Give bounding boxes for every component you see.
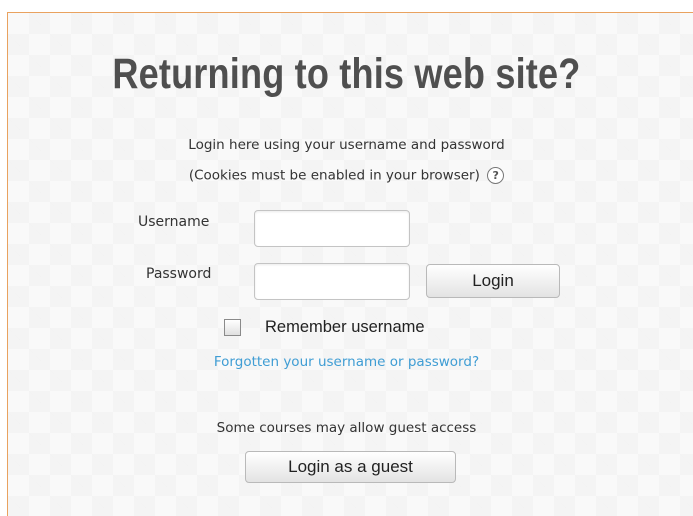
cookies-note-row: (Cookies must be enabled in your browser… — [0, 167, 693, 184]
remember-username-label[interactable]: Remember username — [265, 318, 425, 337]
login-as-guest-button[interactable]: Login as a guest — [245, 451, 456, 483]
password-input[interactable] — [254, 263, 410, 300]
page-title: Returning to this web site? — [112, 50, 581, 98]
guest-access-note: Some courses may allow guest access — [216, 420, 477, 436]
username-label: Username — [138, 214, 210, 230]
username-input[interactable] — [254, 210, 410, 247]
cookies-note: (Cookies must be enabled in your browser… — [188, 167, 480, 184]
login-button[interactable]: Login — [426, 264, 560, 298]
password-label: Password — [146, 266, 212, 282]
login-instructions: Login here using your username and passw… — [188, 137, 505, 153]
help-icon[interactable]: ? — [487, 167, 505, 184]
forgot-password-link[interactable]: Forgotten your username or password? — [0, 354, 693, 370]
remember-username-checkbox[interactable] — [224, 319, 241, 336]
